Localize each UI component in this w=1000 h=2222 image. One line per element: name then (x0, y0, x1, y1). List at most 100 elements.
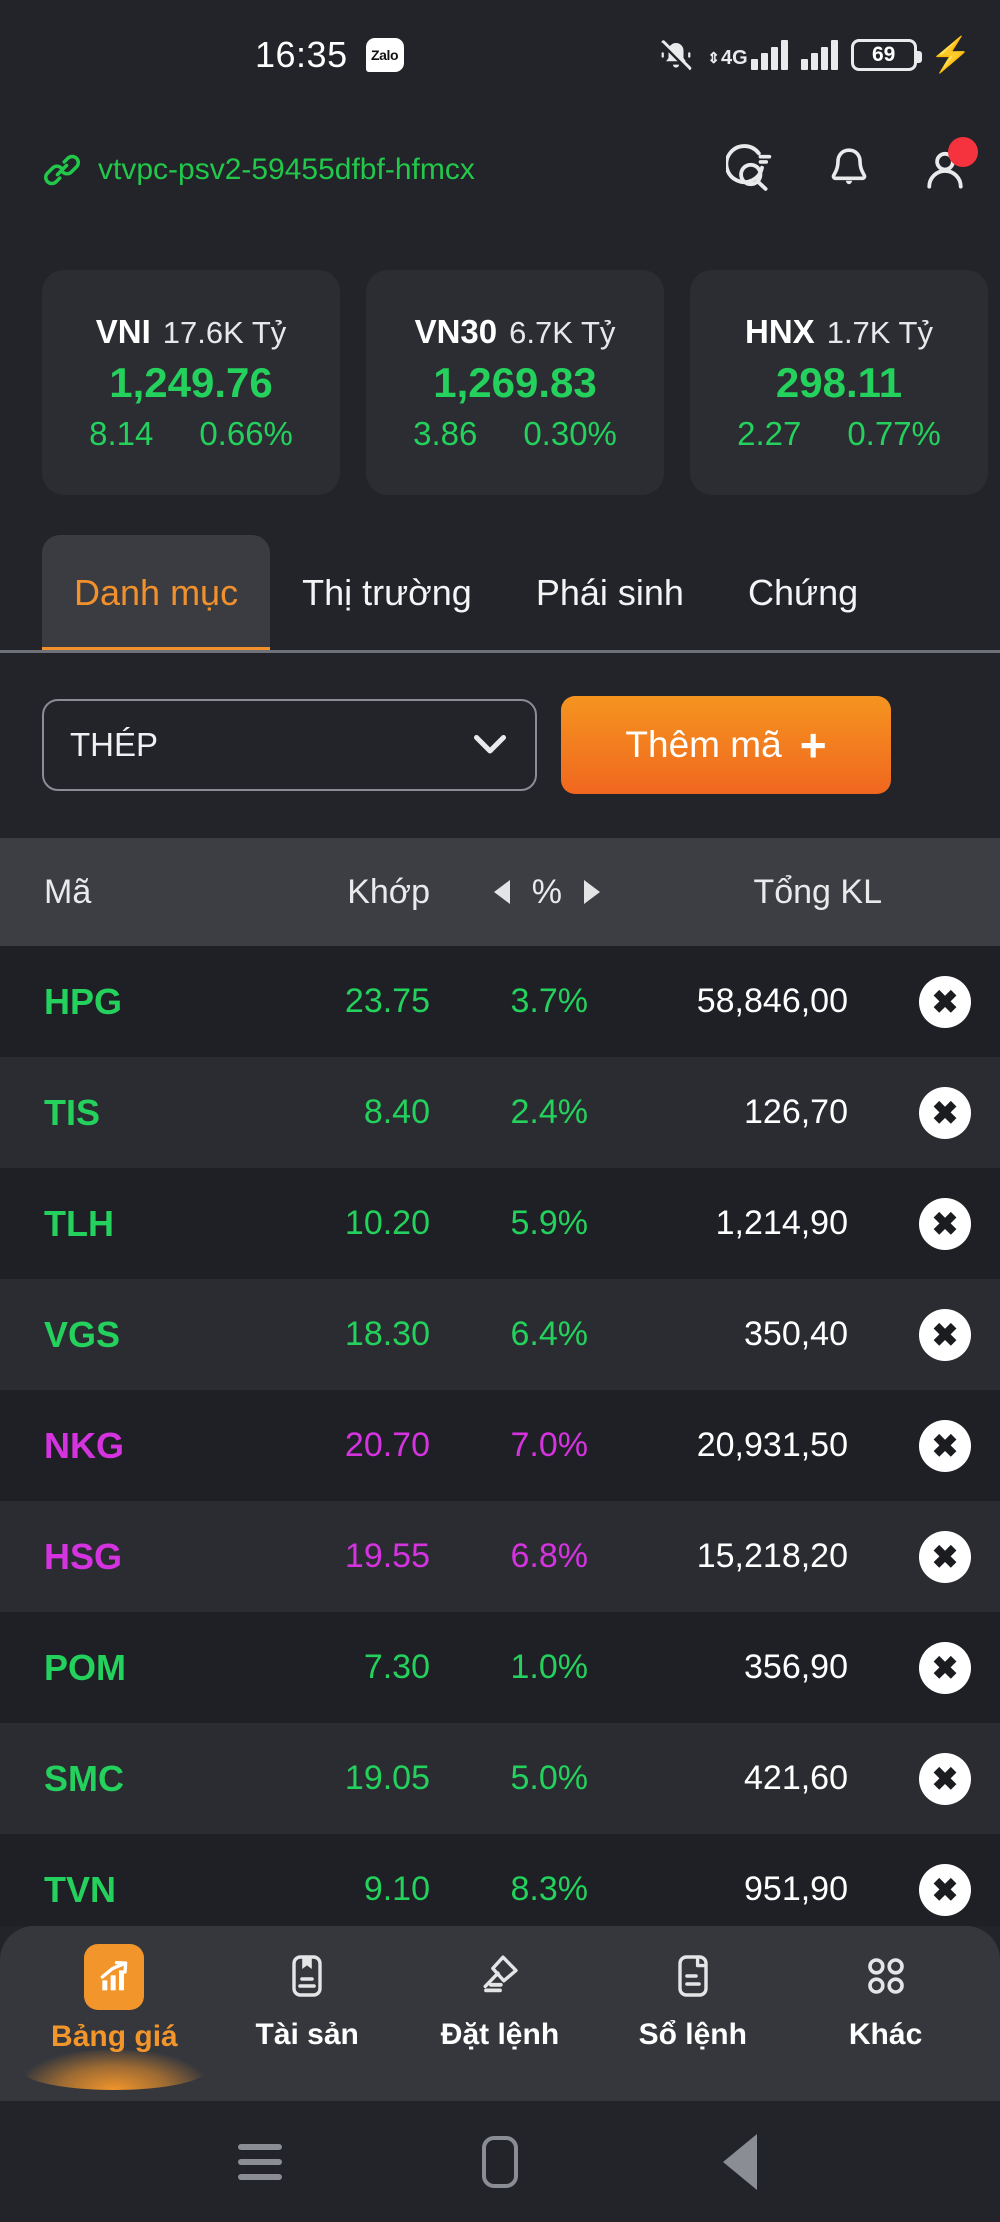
row-price: 23.75 (250, 982, 430, 1021)
row-delete-cell[interactable]: ✖ (890, 1531, 1000, 1583)
index-card-footer: 2.27 0.77% (737, 415, 941, 453)
table-row[interactable]: SMC 19.05 5.0% 421,60 ✖ (0, 1723, 1000, 1834)
caret-left-icon[interactable] (494, 880, 510, 904)
bell-slash-icon (658, 37, 694, 73)
table-row[interactable]: POM 7.30 1.0% 356,90 ✖ (0, 1612, 1000, 1723)
row-price: 10.20 (250, 1204, 430, 1243)
more-grid-icon (858, 1944, 914, 2008)
app-header: vtvpc-psv2-59455dfbf-hfmcx (0, 110, 1000, 230)
row-code[interactable]: POM (0, 1647, 250, 1689)
index-change: 2.27 (737, 415, 801, 453)
row-delete-cell[interactable]: ✖ (890, 1864, 1000, 1916)
row-delete-cell[interactable]: ✖ (890, 1753, 1000, 1805)
back-icon[interactable] (705, 2127, 775, 2197)
nav-item-khac[interactable]: Khác (793, 1944, 978, 2052)
table-row[interactable]: VGS 18.30 6.4% 350,40 ✖ (0, 1279, 1000, 1390)
user-avatar-icon[interactable] (918, 143, 972, 197)
battery-level-label: 69 (872, 43, 895, 67)
tab-thi-truong[interactable]: Thị trường (270, 535, 504, 650)
index-percent: 0.77% (847, 415, 941, 453)
tab-chung[interactable]: Chứng (716, 535, 890, 650)
row-delete-cell[interactable]: ✖ (890, 1309, 1000, 1361)
column-header-percent-label: % (532, 873, 562, 912)
watchlist-select[interactable]: THÉP (42, 699, 537, 791)
row-percent: 2.4% (430, 1093, 630, 1132)
index-value: 298.11 (776, 359, 902, 407)
row-delete-cell[interactable]: ✖ (890, 976, 1000, 1028)
row-code[interactable]: SMC (0, 1758, 250, 1800)
close-circle-icon[interactable]: ✖ (919, 1087, 971, 1139)
row-percent: 7.0% (430, 1426, 630, 1465)
column-header-price[interactable]: Khớp (250, 873, 430, 912)
column-header-percent[interactable]: % (430, 873, 630, 912)
search-list-icon[interactable] (726, 143, 780, 197)
row-volume: 58,846,00 (630, 982, 890, 1021)
add-symbol-button[interactable]: Thêm mã + (561, 696, 891, 794)
close-circle-icon[interactable]: ✖ (919, 1753, 971, 1805)
host-name-label: vtvpc-psv2-59455dfbf-hfmcx (98, 153, 706, 187)
status-time: 16:35 (255, 34, 348, 76)
row-code[interactable]: HPG (0, 981, 250, 1023)
row-code[interactable]: NKG (0, 1425, 250, 1467)
close-circle-icon[interactable]: ✖ (919, 1198, 971, 1250)
recents-icon[interactable] (225, 2127, 295, 2197)
close-circle-icon[interactable]: ✖ (919, 976, 971, 1028)
row-code[interactable]: TLH (0, 1203, 250, 1245)
phone-screen: 16:35 Zalo ⇕4G 69 ⚡ (0, 0, 1000, 2222)
plus-icon: + (800, 722, 827, 768)
index-card-hnx[interactable]: HNX 1.7K Tỷ 298.11 2.27 0.77% (690, 270, 988, 495)
index-code: HNX (745, 313, 815, 351)
column-header-code[interactable]: Mã (0, 873, 250, 912)
price-board-icon (84, 1944, 144, 2010)
nav-label: Khác (849, 2018, 922, 2052)
row-code[interactable]: VGS (0, 1314, 250, 1356)
close-circle-icon[interactable]: ✖ (919, 1864, 971, 1916)
table-row[interactable]: TVN 9.10 8.3% 951,90 ✖ (0, 1834, 1000, 1926)
index-card-vn30[interactable]: VN30 6.7K Tỷ 1,269.83 3.86 0.30% (366, 270, 664, 495)
table-row[interactable]: TIS 8.40 2.4% 126,70 ✖ (0, 1057, 1000, 1168)
home-icon[interactable] (465, 2127, 535, 2197)
row-delete-cell[interactable]: ✖ (890, 1087, 1000, 1139)
index-card-header: VN30 6.7K Tỷ (415, 313, 616, 351)
battery-indicator: 69 (851, 39, 917, 71)
close-circle-icon[interactable]: ✖ (919, 1309, 971, 1361)
row-delete-cell[interactable]: ✖ (890, 1198, 1000, 1250)
row-delete-cell[interactable]: ✖ (890, 1420, 1000, 1472)
column-header-volume[interactable]: Tổng KL (630, 873, 1000, 912)
signal-bars-secondary (801, 40, 838, 70)
row-percent: 5.0% (430, 1759, 630, 1798)
index-card-header: VNI 17.6K Tỷ (96, 313, 287, 351)
row-delete-cell[interactable]: ✖ (890, 1642, 1000, 1694)
row-code[interactable]: HSG (0, 1536, 250, 1578)
nav-label: Sổ lệnh (639, 2018, 747, 2052)
zalo-notification-icon: Zalo (366, 38, 404, 72)
index-volume: 6.7K Tỷ (509, 315, 615, 351)
tab-phai-sinh[interactable]: Phái sinh (504, 535, 716, 650)
close-circle-icon[interactable]: ✖ (919, 1420, 971, 1472)
table-row[interactable]: HSG 19.55 6.8% 15,218,20 ✖ (0, 1501, 1000, 1612)
caret-right-icon[interactable] (584, 880, 600, 904)
index-code: VNI (96, 313, 151, 351)
nav-item-tai-san[interactable]: Tài sản (215, 1944, 400, 2052)
index-card-vni[interactable]: VNI 17.6K Tỷ 1,249.76 8.14 0.66% (42, 270, 340, 495)
index-change: 8.14 (89, 415, 153, 453)
row-code[interactable]: TIS (0, 1092, 250, 1134)
index-card-footer: 8.14 0.66% (89, 415, 293, 453)
nav-item-so-lenh[interactable]: Sổ lệnh (600, 1944, 785, 2052)
nav-item-bang-gia[interactable]: Bảng giá (22, 1944, 207, 2054)
close-circle-icon[interactable]: ✖ (919, 1531, 971, 1583)
table-row[interactable]: HPG 23.75 3.7% 58,846,00 ✖ (0, 946, 1000, 1057)
close-circle-icon[interactable]: ✖ (919, 1642, 971, 1694)
row-code[interactable]: TVN (0, 1869, 250, 1911)
signal-bars-primary (751, 40, 788, 70)
nav-item-dat-lenh[interactable]: Đặt lệnh (407, 1944, 592, 2052)
charging-bolt-icon: ⚡ (930, 38, 972, 72)
tab-danh-muc[interactable]: Danh mục (42, 535, 270, 650)
index-value: 1,269.83 (433, 359, 597, 407)
table-row[interactable]: TLH 10.20 5.9% 1,214,90 ✖ (0, 1168, 1000, 1279)
table-row[interactable]: NKG 20.70 7.0% 20,931,50 ✖ (0, 1390, 1000, 1501)
status-bar-right: ⇕4G 69 ⚡ (658, 0, 972, 110)
row-percent: 6.8% (430, 1537, 630, 1576)
bell-icon[interactable] (822, 143, 876, 197)
price-table-body[interactable]: HPG 23.75 3.7% 58,846,00 ✖ TIS 8.40 2.4%… (0, 946, 1000, 1926)
